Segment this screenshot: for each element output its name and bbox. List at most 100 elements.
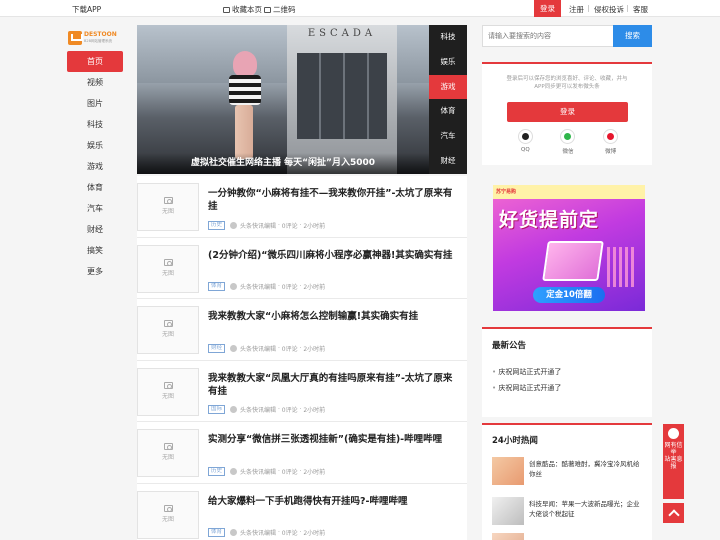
weibo-login[interactable]: 微博 — [603, 129, 619, 155]
article-title[interactable]: (2分钟介绍)“微乐四川麻将小程序必赢神器!其实确实有挂 — [208, 249, 458, 262]
article-item[interactable]: 无图 我来教教大家“小麻将怎么控制输赢!其实确实有挂 财经 头条快讯编辑 · 0… — [137, 299, 467, 361]
article-author[interactable]: 头条快讯编辑 — [240, 467, 276, 476]
ad-headline: 好货提前定 — [499, 209, 600, 231]
article-category-tag[interactable]: 历史 — [208, 220, 226, 230]
notice-item[interactable]: 庆祝网站正式开通了 — [492, 367, 561, 377]
banner-tab-auto[interactable]: 汽车 — [429, 124, 467, 149]
back-to-top-icon[interactable] — [663, 503, 684, 523]
nav-item-tech[interactable]: 科技 — [67, 114, 123, 135]
article-item[interactable]: 无图 我来教教大家“凤凰大厅真的有挂吗原来有挂”-太坑了原来有挂 国际 头条快讯… — [137, 360, 467, 422]
article-category-tag[interactable]: 体育 — [208, 282, 226, 291]
article-item[interactable]: 无图 实测分享“微信拼三张透视挂新”(确实是有挂)-哔哩哔哩 历史 头条快讯编辑… — [137, 422, 467, 484]
search-input[interactable] — [482, 25, 614, 47]
download-app-link[interactable]: 下载APP — [72, 4, 101, 15]
wechat-icon — [560, 129, 576, 144]
camera-icon — [163, 197, 173, 204]
top-login-button[interactable]: 登录 — [534, 0, 561, 17]
report-button[interactable]: 网有信举 站害息报 — [663, 424, 684, 499]
qq-label: QQ — [520, 147, 530, 153]
wechat-login[interactable]: 微信 — [560, 129, 576, 155]
nav-item-finance[interactable]: 财经 — [67, 219, 123, 240]
article-title[interactable]: 我来教教大家“小麻将怎么控制输赢!其实确实有挂 — [208, 310, 458, 323]
article-comments: 0评论 — [281, 407, 298, 414]
hot-news-item[interactable]: 科技早闻：苹果一大波新品曝光；企业大佬谈个税起征 — [492, 497, 642, 529]
nav-item-more[interactable]: 更多 — [67, 261, 123, 282]
site-logo[interactable]: DESTOON B2B网站管理系统 — [68, 30, 121, 46]
article-item[interactable]: 无图 (2分钟介绍)“微乐四川麻将小程序必赢神器!其实确实有挂 体育 头条快讯编… — [137, 237, 467, 299]
search-button[interactable]: 搜索 — [613, 25, 652, 47]
article-category-tag[interactable]: 财经 — [208, 343, 226, 353]
hot-news-text[interactable]: 创意酷品：酷著难酎，冀冷宝冷风机给你丝 — [529, 459, 644, 479]
article-thumbnail[interactable]: 无图 — [137, 367, 199, 416]
article-time: 2小时前 — [303, 530, 326, 537]
banner-tab-entertainment[interactable]: 娱乐 — [429, 50, 467, 75]
article-meta: 历史 头条快讯编辑 · 0评论 · 2小时前 — [208, 220, 325, 230]
article-author[interactable]: 头条快讯编辑 — [240, 282, 276, 291]
article-title[interactable]: 我来教教大家“凤凰大厅真的有挂吗原来有挂”-太坑了原来有挂 — [208, 372, 458, 398]
nav-item-funny[interactable]: 搞笑 — [67, 240, 123, 261]
article-author[interactable]: 头条快讯编辑 — [240, 344, 276, 353]
nav-item-pictures[interactable]: 图片 — [67, 93, 123, 114]
nav-item-entertainment[interactable]: 娱乐 — [67, 135, 123, 156]
article-comments: 0评论 — [281, 345, 298, 353]
search-box: 搜索 — [482, 25, 652, 47]
qrcode-link[interactable]: 二维码 — [264, 4, 296, 15]
hot-news-item[interactable]: 创意酷品：酷著难酎，冀冷宝冷风机给你丝 — [492, 457, 642, 489]
article-thumbnail[interactable]: 无图 — [137, 183, 199, 231]
article-title[interactable]: 实测分享“微信拼三张透视挂新”(确实是有挂)-哔哩哔哩 — [208, 433, 458, 446]
favorite-link[interactable]: 收藏本页 — [223, 4, 262, 15]
article-category-tag[interactable]: 体育 — [208, 528, 226, 537]
service-link[interactable]: 客服 — [633, 4, 648, 15]
camera-icon — [163, 443, 173, 450]
complaint-link[interactable]: 侵权投诉 — [594, 4, 624, 15]
nav-item-sports[interactable]: 体育 — [67, 177, 123, 198]
article-meta: 体育 头条快讯编辑 · 0评论 · 2小时前 — [208, 282, 325, 291]
banner-tab-games[interactable]: 游戏 — [429, 74, 467, 100]
article-thumbnail[interactable]: 无图 — [137, 429, 199, 477]
promo-ad[interactable]: 苏宁易购 好货提前定 定金10倍翻 — [493, 185, 645, 311]
hot-news-text[interactable]: 科技早闻：苹果一大波新品曝光；企业大佬谈个税起征 — [529, 499, 644, 519]
hot-news-item[interactable] — [492, 533, 642, 540]
article-time: 2小时前 — [303, 345, 326, 353]
nav-item-home[interactable]: 首页 — [67, 51, 123, 72]
top-register-link[interactable]: 注册 — [569, 4, 584, 15]
banner-photo[interactable]: ESCADA 虚拟社交催生网络主播 每天“闲扯”月入5000 — [137, 25, 429, 174]
qq-icon — [517, 129, 533, 144]
article-list: 无图 一分钟教你“小麻将有挂不—我来教你开挂”-太坑了原来有挂 历史 头条快讯编… — [137, 176, 467, 540]
report-icon — [668, 428, 679, 439]
article-category-tag[interactable]: 国际 — [208, 405, 226, 414]
article-title[interactable]: 一分钟教你“小麻将有挂不—我来教你开挂”-太坑了原来有挂 — [208, 187, 458, 213]
article-thumbnail[interactable]: 无图 — [137, 306, 199, 354]
login-button[interactable]: 登录 — [507, 102, 628, 122]
banner-tab-finance[interactable]: 财经 — [429, 149, 467, 174]
nav-item-games[interactable]: 游戏 — [67, 156, 123, 177]
article-meta: 财经 头条快讯编辑 · 0评论 · 2小时前 — [208, 343, 326, 353]
article-title[interactable]: 给大家爆料一下手机跑得快有开挂吗?-哔哩哔哩 — [208, 495, 458, 508]
notice-item[interactable]: 庆祝网站正式开通了 — [492, 383, 561, 393]
article-item[interactable]: 无图 给大家爆料一下手机跑得快有开挂吗?-哔哩哔哩 体育 头条快讯编辑 · 0评… — [137, 483, 467, 540]
no-image-label: 无图 — [161, 269, 174, 277]
hot-news-thumbnail[interactable] — [492, 497, 524, 525]
article-item[interactable]: 无图 一分钟教你“小麻将有挂不—我来教你开挂”-太坑了原来有挂 历史 头条快讯编… — [137, 176, 467, 238]
article-thumbnail[interactable]: 无图 — [137, 244, 199, 293]
article-thumbnail[interactable]: 无图 — [137, 490, 199, 539]
article-author[interactable]: 头条快讯编辑 — [240, 405, 276, 414]
banner-caption[interactable]: 虚拟社交催生网络主播 每天“闲扯”月入5000 — [137, 153, 429, 174]
logo-mark-icon — [68, 31, 83, 45]
article-comments: 0评论 — [281, 222, 298, 230]
article-author[interactable]: 头条快讯编辑 — [240, 221, 276, 230]
banner-tab-sports[interactable]: 体育 — [429, 99, 467, 124]
qq-login[interactable]: QQ — [517, 129, 533, 155]
nav-item-video[interactable]: 视频 — [67, 72, 123, 93]
article-category-tag[interactable]: 历史 — [208, 466, 226, 476]
article-meta: 历史 头条快讯编辑 · 0评论 · 2小时前 — [208, 466, 326, 476]
article-time: 2小时前 — [303, 468, 326, 476]
article-author[interactable]: 头条快讯编辑 — [240, 528, 276, 537]
favorite-icon — [223, 6, 230, 13]
nav-item-auto[interactable]: 汽车 — [67, 198, 123, 219]
qrcode-icon — [264, 6, 271, 13]
hot-news-thumbnail[interactable] — [492, 533, 524, 540]
banner-tab-tech[interactable]: 科技 — [429, 25, 467, 50]
article-meta: 国际 头条快讯编辑 · 0评论 · 2小时前 — [208, 405, 325, 414]
hot-news-thumbnail[interactable] — [492, 457, 524, 485]
